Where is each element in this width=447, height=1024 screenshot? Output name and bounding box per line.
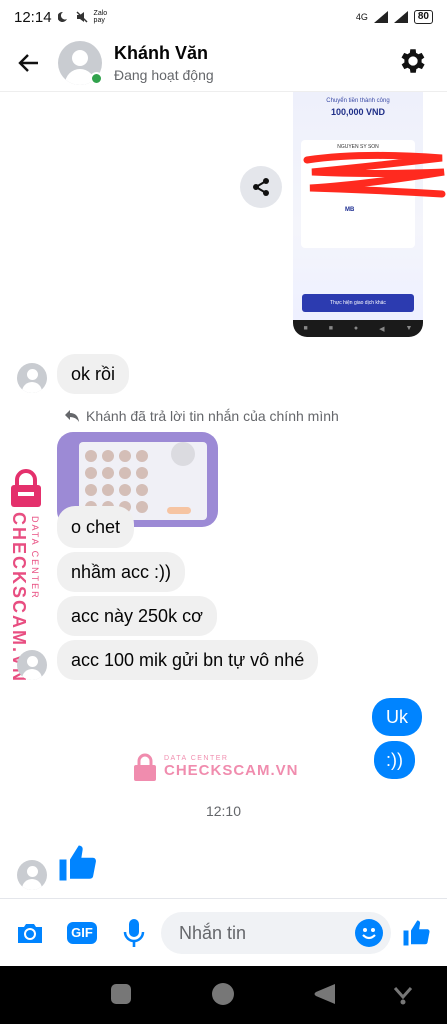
share-button[interactable] (240, 166, 282, 208)
conversation-header: Khánh Văn Đang hoạt động (0, 34, 447, 92)
thumbs-up-icon (403, 920, 430, 946)
watermark-center: DATA CENTER CHECKSCAM.VN (132, 752, 299, 782)
lock-icon (11, 469, 41, 507)
back-button[interactable] (0, 34, 58, 92)
clock: 12:14 (14, 8, 52, 26)
reply-note: Khánh đã trả lời tin nhắn của chính mình (64, 408, 339, 424)
message-bubble-outgoing[interactable]: :)) (374, 741, 415, 779)
moon-icon (57, 11, 67, 22)
avatar[interactable] (17, 650, 47, 680)
image-button: Thực hiện giao dịch khác (302, 294, 414, 312)
camera-icon (18, 924, 42, 943)
system-nav-bar (0, 966, 447, 1024)
message-bubble-outgoing[interactable]: Uk (372, 698, 422, 736)
lock-icon (134, 753, 156, 781)
timestamp: 12:10 (205, 803, 242, 819)
avatar[interactable] (17, 363, 47, 393)
composer-bar: GIF Nhắn tin (0, 898, 447, 966)
image-navbar: ■ ■ ● ◀ ▼ (303, 325, 413, 333)
signal-icon-2 (393, 11, 408, 23)
image-amount: 100,000 VND (330, 107, 386, 117)
image-bank: MB (345, 207, 355, 213)
microphone-icon (123, 919, 145, 947)
redaction-scribble (303, 151, 446, 198)
chevron-down-icon[interactable] (391, 982, 415, 1006)
contact-avatar[interactable] (58, 40, 103, 85)
thumbs-up-icon[interactable] (56, 842, 98, 884)
emoji-button[interactable] (355, 919, 383, 947)
like-button[interactable] (400, 917, 432, 949)
message-bubble[interactable]: acc 100 mik gửi bn tự vô nhé (57, 640, 319, 680)
message-bubble[interactable]: acc này 250k cơ (57, 596, 217, 636)
arrow-left-icon (18, 53, 38, 72)
message-bubble[interactable]: ok rồi (57, 354, 130, 394)
mute-icon (76, 11, 88, 23)
recent-apps-icon[interactable] (109, 982, 133, 1006)
watermark-side-sub: DATA CENTER (30, 516, 40, 600)
online-indicator (90, 71, 103, 85)
watermark-center-sub: DATA CENTER (164, 755, 229, 762)
message-input-placeholder: Nhắn tin (179, 922, 247, 943)
back-nav-icon[interactable] (313, 982, 337, 1006)
gif-button[interactable]: GIF (66, 917, 98, 949)
shared-image[interactable]: Chuyển tiền thành công 100,000 VND NGUYE… (293, 92, 423, 337)
zalo-pay-icon: Zalo pay (93, 10, 108, 24)
contact-info[interactable]: Khánh Văn Đang hoạt động (114, 43, 214, 83)
contact-name: Khánh Văn (114, 42, 209, 63)
avatar[interactable] (17, 860, 47, 890)
message-bubble[interactable]: nhầm acc :)) (57, 552, 186, 592)
gear-icon[interactable] (397, 45, 429, 77)
battery-icon: 80 (413, 10, 433, 24)
contact-status: Đang hoạt động (114, 66, 214, 83)
image-title: Chuyển tiền thành công (326, 98, 390, 104)
smile-icon (362, 928, 376, 940)
message-input[interactable]: Nhắn tin (161, 912, 391, 954)
message-list[interactable]: Chuyển tiền thành công 100,000 VND NGUYE… (0, 92, 447, 898)
voice-button[interactable] (118, 917, 150, 949)
camera-button[interactable] (14, 917, 46, 949)
share-icon (253, 178, 269, 196)
watermark-center-text: CHECKSCAM.VN (164, 762, 299, 779)
status-bar: 12:14 Zalo pay 4G 80 (0, 0, 447, 34)
signal-icon (373, 11, 388, 23)
home-icon[interactable] (211, 982, 235, 1006)
message-bubble[interactable]: o chet (57, 506, 135, 548)
network-label: 4G (355, 12, 368, 22)
reply-icon (65, 410, 79, 422)
gif-icon: GIF (67, 922, 97, 944)
